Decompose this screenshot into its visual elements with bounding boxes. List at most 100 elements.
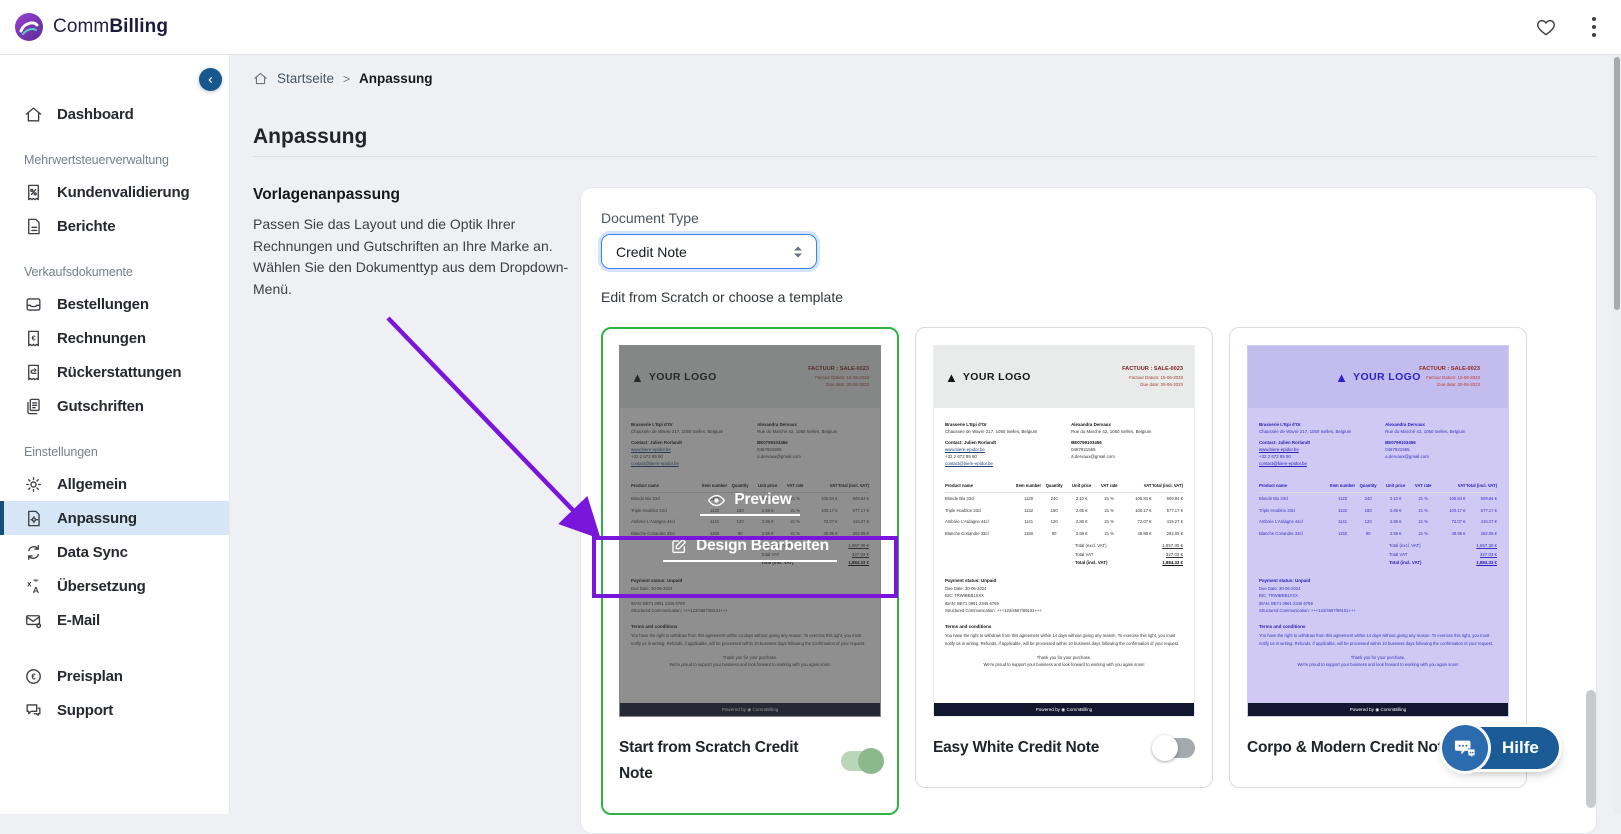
sidebar-item-label: E-Mail	[57, 612, 100, 629]
template-customization-intro: Vorlagenanpassung Passen Sie das Layout …	[253, 186, 575, 301]
document-type-value: Credit Note	[616, 244, 687, 260]
template-name: Easy White Credit Note	[933, 735, 1099, 761]
sidebar-item-gutschriften[interactable]: Gutschriften	[0, 389, 229, 423]
template-name: Start from Scratch Credit Note	[619, 735, 824, 788]
breadcrumb-home[interactable]: Startseite	[277, 71, 334, 86]
seller-phone: +32 2 672 85 90	[1259, 453, 1371, 460]
design-edit-button-label: Design Bearbeiten	[696, 537, 829, 555]
invoice-preview: ▲ YOUR LOGO FACTUUR : SALE-0023 Factuur …	[1247, 345, 1509, 717]
document-type-label: Document Type	[601, 210, 1576, 226]
terms-block: Terms and conditions You have the right …	[1259, 623, 1497, 647]
buyer-vat: BE0799103456	[1071, 439, 1183, 446]
buyer-vat: BE0799103456	[1385, 439, 1497, 446]
sidebar-item-label: Dashboard	[57, 106, 134, 123]
edit-pencil-icon	[671, 538, 687, 554]
seller-block: Brasserie L'Epi d'Or Chaussée de Wavre 2…	[945, 421, 1057, 468]
sidebar-item-rueckerstattungen[interactable]: Rückerstattungen	[0, 355, 229, 389]
buyer-phone: 0467921565	[1385, 446, 1497, 453]
document-type-select[interactable]: Credit Note	[601, 234, 817, 269]
template-footer: Start from Scratch Credit Note	[619, 735, 881, 788]
help-button[interactable]: Hilfe	[1444, 727, 1559, 769]
invoice-preview: ▲ YOUR LOGO FACTUUR : SALE-0023 Factuur …	[933, 345, 1195, 717]
breadcrumb: Startseite > Anpassung	[253, 71, 433, 86]
template-toggle[interactable]	[1155, 738, 1195, 758]
sidebar-item-label: Kundenvalidierung	[57, 184, 189, 201]
main-content: Startseite > Anpassung Anpassung Vorlage…	[230, 55, 1621, 814]
title-divider	[253, 156, 1597, 157]
receipt-percent-icon	[24, 183, 43, 202]
breadcrumb-current: Anpassung	[359, 71, 433, 86]
invoice-table: Product name Item number Quantity Unit p…	[1259, 481, 1497, 540]
sidebar-item-berichte[interactable]: Berichte	[0, 209, 229, 243]
sidebar-item-label: Rückerstattungen	[57, 364, 181, 381]
sidebar-item-bestellungen[interactable]: Bestellungen	[0, 287, 229, 321]
invoice-footer: Powered by ◉ CommBilling	[1248, 703, 1508, 716]
invoice-reference-block: FACTUUR : SALE-0023 Factuur Datum: 15-06…	[1122, 366, 1183, 389]
price-plan-icon: €	[24, 667, 43, 686]
buyer-email: a.dervaux@gmail.com	[1385, 453, 1497, 460]
sidebar-section-vat: Mehrwertsteuerverwaltung	[0, 153, 229, 167]
template-toggle[interactable]	[841, 751, 881, 771]
seller-address: Chaussée de Wavre 217, 1050 Ixelles, Bel…	[945, 428, 1057, 435]
buyer-address: Rue du Marché 42, 1050 Ixelles, Belgium	[1071, 428, 1183, 435]
template-cards: ▲ YOUR LOGO FACTUUR : SALE-0023 Factuur …	[601, 327, 1576, 815]
invoice-table-row: Triple Houblon 33cl 1132 180 2.65 € 21 %…	[945, 505, 1183, 516]
sidebar-item-label: Preisplan	[57, 668, 123, 685]
svg-text:A: A	[33, 584, 40, 594]
brand-logo[interactable]: CommBilling	[14, 12, 168, 42]
invoice-logo: ▲ YOUR LOGO	[945, 371, 1031, 384]
svg-text:€: €	[31, 672, 36, 681]
design-edit-button[interactable]: Design Bearbeiten	[663, 537, 837, 562]
home-icon	[24, 105, 43, 124]
sidebar-item-allgemein[interactable]: Allgemein	[0, 467, 229, 501]
seller-address: Chaussée de Wavre 217, 1050 Ixelles, Bel…	[1259, 428, 1371, 435]
sidebar: Dashboard Mehrwertsteuerverwaltung Kunde…	[0, 55, 230, 814]
sidebar-item-rechnungen[interactable]: € Rechnungen	[0, 321, 229, 355]
invoice-table-row: Blonde Bio 33cl 1120 240 2.10 € 21 % 105…	[945, 493, 1183, 504]
sidebar-item-label: Bestellungen	[57, 296, 149, 313]
sidebar-item-kundenvalidierung[interactable]: Kundenvalidierung	[0, 175, 229, 209]
thanks-block: Thank you for your purchase. We're proud…	[1259, 654, 1497, 669]
invoice-table-row: Ambrée L'Ardagne 44cl 1141 120 2.86 € 21…	[945, 516, 1183, 527]
payment-block: Payment status: Unpaid Due Date: 30-06-2…	[945, 577, 1183, 615]
buyer-name: Alexandra Dervaux	[1071, 421, 1183, 428]
favorites-button[interactable]	[1531, 12, 1561, 42]
sidebar-item-dashboard[interactable]: Dashboard	[0, 97, 229, 131]
seller-website: www.biere-epidor.be	[1259, 446, 1371, 453]
email-gear-icon	[24, 611, 43, 630]
sidebar-item-uebersetzung[interactable]: xA Übersetzung	[0, 569, 229, 603]
template-card-corpo-modern[interactable]: ▲ YOUR LOGO FACTUUR : SALE-0023 Factuur …	[1229, 327, 1527, 788]
toggle-knob	[1152, 735, 1178, 761]
sidebar-item-label: Allgemein	[57, 476, 127, 493]
invoice-reference-block: FACTUUR : SALE-0023 Factuur Datum: 15-06…	[1419, 366, 1480, 389]
buyer-email: a.dervaux@gmail.com	[1071, 453, 1183, 460]
template-card-easy-white[interactable]: ▲ YOUR LOGO FACTUUR : SALE-0023 Factuur …	[915, 327, 1213, 788]
sidebar-item-support[interactable]: Support	[0, 693, 229, 727]
invoice-table-header: Product name Item number Quantity Unit p…	[1259, 481, 1497, 494]
invoice-footer: Powered by ◉ CommBilling	[934, 703, 1194, 716]
page-scrollbar-thumb[interactable]	[1614, 57, 1620, 310]
seller-email: contact@biere-epidor.be	[945, 460, 1057, 467]
sidebar-item-label: Übersetzung	[57, 578, 146, 595]
preview-button[interactable]: Preview	[700, 491, 799, 516]
template-footer: Easy White Credit Note	[933, 735, 1195, 761]
sidebar-item-email[interactable]: E-Mail	[0, 603, 229, 637]
brand-name: CommBilling	[53, 16, 168, 38]
invoice-table-row: Triple Houblon 33cl 1132 180 2.65 € 21 %…	[1259, 505, 1497, 516]
invoice-number: FACTUUR : SALE-0023	[1419, 366, 1480, 372]
panel-scrollbar-thumb[interactable]	[1586, 690, 1596, 808]
sidebar-item-data-sync[interactable]: Data Sync	[0, 535, 229, 569]
heart-icon	[1535, 16, 1557, 38]
sidebar-item-preisplan[interactable]: € Preisplan	[0, 659, 229, 693]
thanks-block: Thank you for your purchase. We're proud…	[945, 654, 1183, 669]
buyer-name: Alexandra Dervaux	[1385, 421, 1497, 428]
more-menu-button[interactable]	[1587, 12, 1601, 42]
inbox-icon	[24, 295, 43, 314]
sidebar-collapse-button[interactable]	[199, 68, 222, 91]
template-card-start-from-scratch[interactable]: ▲ YOUR LOGO FACTUUR : SALE-0023 Factuur …	[601, 327, 899, 815]
sidebar-item-anpassung[interactable]: Anpassung	[0, 501, 229, 535]
triangle-logo-icon: ▲	[945, 371, 958, 384]
top-bar: CommBilling	[0, 0, 1621, 55]
report-icon	[24, 217, 43, 236]
invoice-due-date: Due date: 30-06-2023	[1419, 381, 1480, 388]
